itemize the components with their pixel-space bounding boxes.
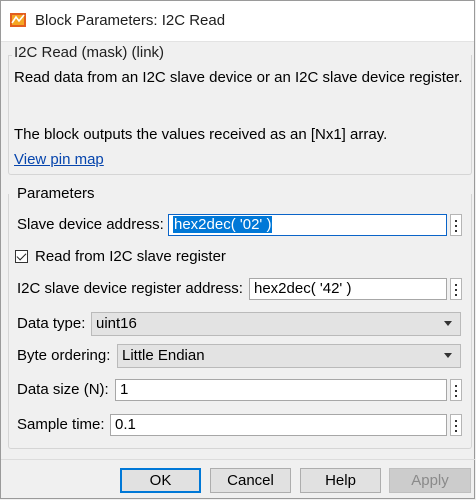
ok-button[interactable]: OK [120, 468, 201, 493]
byte-ordering-label: Byte ordering: [17, 347, 111, 364]
data-type-dropdown[interactable]: uint16 [91, 312, 461, 336]
sample-time-input[interactable]: 0.1 [110, 414, 447, 436]
chevron-down-icon [444, 321, 452, 326]
button-bar-separator [1, 459, 475, 460]
window-title: Block Parameters: I2C Read [35, 12, 226, 29]
data-type-label: Data type: [17, 315, 86, 332]
mask-title: I2C Read (mask) (link) [14, 44, 165, 61]
simulink-app-icon [10, 13, 26, 27]
mask-description: Read data from an I2C slave device or an… [14, 69, 463, 86]
chevron-down-icon [444, 353, 452, 358]
output-note: The block outputs the values received as… [14, 126, 388, 143]
data-type-value: uint16 [96, 315, 137, 332]
byte-ordering-value: Little Endian [122, 347, 205, 364]
view-pin-map-link[interactable]: View pin map [14, 151, 104, 168]
sample-time-more-icon[interactable] [450, 414, 462, 436]
register-address-label: I2C slave device register address: [17, 280, 243, 297]
read-register-label: Read from I2C slave register [35, 248, 226, 265]
data-size-input[interactable]: 1 [115, 379, 447, 401]
read-register-checkbox[interactable] [15, 250, 28, 263]
register-address-more-icon[interactable] [450, 278, 462, 300]
data-size-more-icon[interactable] [450, 379, 462, 401]
sample-time-label: Sample time: [17, 416, 105, 433]
byte-ordering-dropdown[interactable]: Little Endian [117, 344, 461, 368]
slave-address-input[interactable]: hex2dec( '02' ) [168, 214, 447, 236]
help-button[interactable]: Help [300, 468, 381, 493]
apply-button[interactable]: Apply [389, 468, 471, 493]
slave-address-label: Slave device address: [17, 216, 164, 233]
parameters-legend: Parameters [17, 185, 95, 202]
block-parameters-dialog: Block Parameters: I2C Read I2C Read (mas… [0, 0, 475, 499]
data-size-label: Data size (N): [17, 381, 109, 398]
title-bar[interactable]: Block Parameters: I2C Read [1, 1, 474, 42]
cancel-button[interactable]: Cancel [210, 468, 291, 493]
slave-address-value: hex2dec( '02' ) [173, 216, 273, 233]
register-address-input[interactable]: hex2dec( '42' ) [249, 278, 447, 300]
slave-address-more-icon[interactable] [450, 214, 462, 236]
